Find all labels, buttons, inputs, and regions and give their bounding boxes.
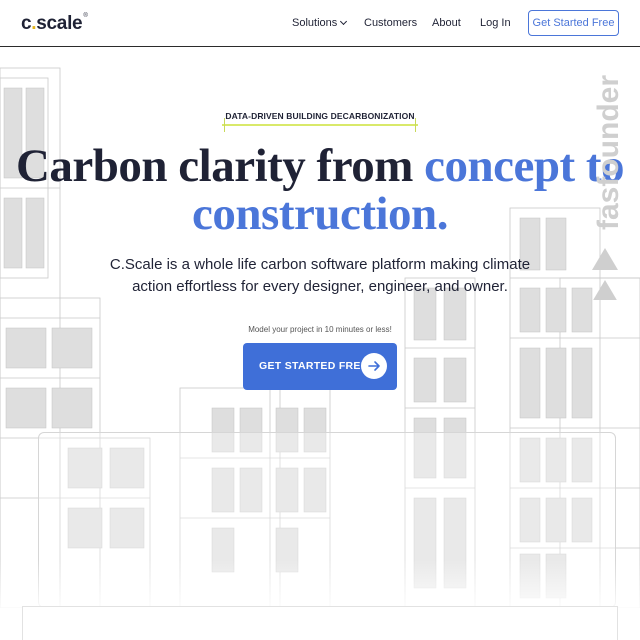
watermark-text: fasfounder xyxy=(592,75,625,230)
hero-section: DATA-DRIVEN BUILDING DECARBONIZATION Car… xyxy=(0,0,640,640)
cscale-logo[interactable]: c.scale® xyxy=(21,13,88,35)
nav-solutions-label: Solutions xyxy=(292,17,338,29)
watermark: fasfounder xyxy=(588,30,628,302)
logo-text-scale: scale xyxy=(36,13,83,34)
headline-dark: Carbon clarity from xyxy=(15,140,425,192)
hero-cta-label: GET STARTED FREE xyxy=(259,360,369,372)
arrow-right-icon xyxy=(361,353,387,379)
nav-customers[interactable]: Customers xyxy=(364,17,417,29)
hero-note: Model your project in 10 minutes or less… xyxy=(248,325,392,334)
page: c.scale® Solutions Customers About Log I… xyxy=(0,0,640,640)
eyebrow-text: DATA-DRIVEN BUILDING DECARBONIZATION xyxy=(225,111,415,121)
eyebrow-tag: DATA-DRIVEN BUILDING DECARBONIZATION xyxy=(222,108,418,132)
watermark-graphic: fasfounder xyxy=(592,75,625,302)
headline-blue-2: construction. xyxy=(192,188,448,240)
nav-solutions[interactable]: Solutions xyxy=(292,17,348,29)
eyebrow-underline xyxy=(222,124,418,126)
hero-headline: Carbon clarity from concept to construct… xyxy=(0,142,640,238)
triangle-icon xyxy=(592,248,618,270)
hero-subtext: C.Scale is a whole life carbon software … xyxy=(109,256,531,295)
nav-login[interactable]: Log In xyxy=(480,17,511,29)
logo-registered-mark: ® xyxy=(83,13,88,19)
triangle-icon-2 xyxy=(592,280,618,302)
site-header: c.scale® Solutions Customers About Log I… xyxy=(0,0,640,47)
logo-text-c: c xyxy=(21,13,32,34)
chevron-down-icon xyxy=(340,17,348,26)
nav-about[interactable]: About xyxy=(432,17,461,29)
